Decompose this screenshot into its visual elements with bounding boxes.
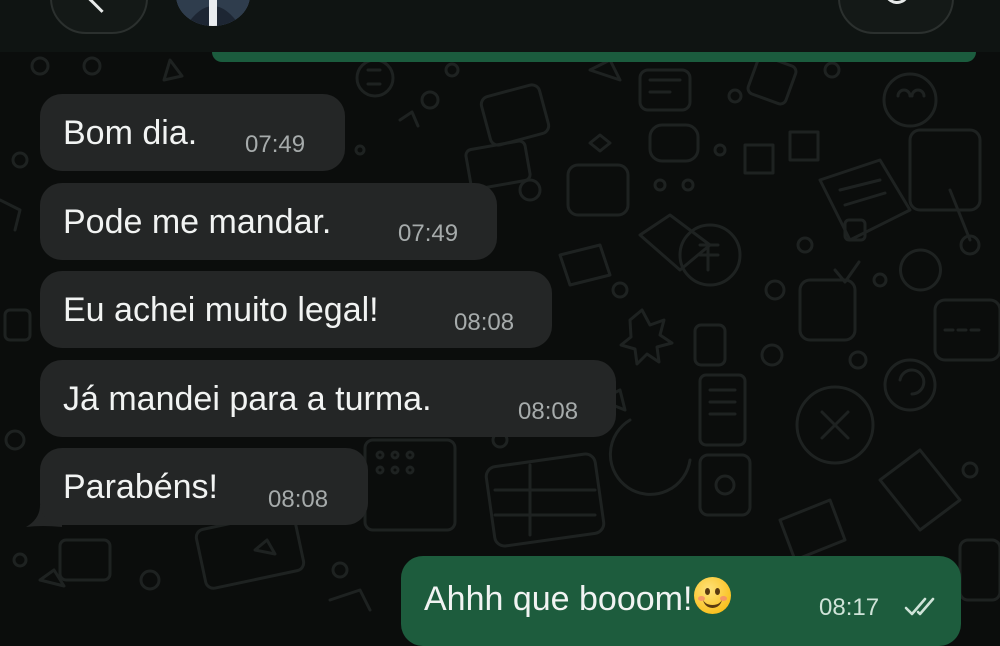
message-text: Eu achei muito legal! — [63, 291, 379, 329]
message-time: 08:08 — [518, 398, 579, 425]
message-bubble-incoming[interactable]: Bom dia. 07:49 — [40, 94, 345, 171]
contact-avatar[interactable] — [176, 0, 250, 26]
message-bubble-incoming[interactable]: Já mandei para a turma. 08:08 — [40, 360, 616, 437]
chevron-left-icon — [88, 0, 115, 13]
message-text: Já mandei para a turma. — [63, 380, 432, 418]
message-time: 07:49 — [398, 220, 459, 247]
back-button[interactable] — [50, 0, 148, 34]
message-bubble-incoming[interactable]: Parabéns! 08:08 — [40, 448, 368, 525]
message-time: 08:08 — [268, 486, 329, 513]
phone-icon — [879, 0, 915, 9]
message-bubble-incoming[interactable]: Pode me mandar. 07:49 — [40, 183, 497, 260]
message-text: Ahhh que booom! — [424, 577, 732, 617]
message-time: 08:17 — [819, 594, 880, 621]
message-time: 07:49 — [245, 131, 306, 158]
message-text: Parabéns! — [63, 468, 218, 506]
chat-header — [0, 0, 1000, 52]
message-text: Pode me mandar. — [63, 203, 332, 241]
message-text: Bom dia. — [63, 114, 198, 152]
avatar-photo — [176, 0, 250, 26]
message-bubble-outgoing[interactable]: Ahhh que booom! 08:17 — [401, 556, 961, 646]
call-button[interactable] — [838, 0, 954, 34]
read-double-check-icon — [904, 597, 935, 616]
message-time: 08:08 — [454, 309, 515, 336]
smiling-face-emoji-icon — [694, 577, 732, 614]
message-bubble-incoming[interactable]: Eu achei muito legal! 08:08 — [40, 271, 552, 348]
pinned-message-bar[interactable] — [212, 52, 976, 62]
